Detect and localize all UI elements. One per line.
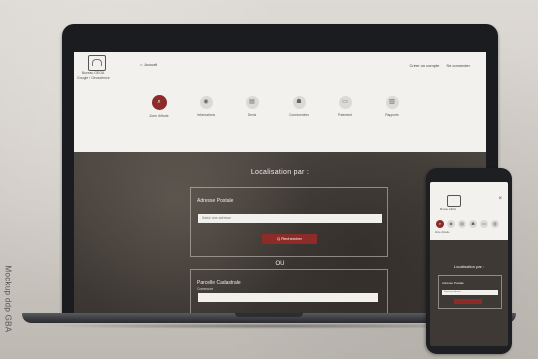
address-input[interactable] xyxy=(198,214,382,223)
phone-search-button[interactable] xyxy=(454,299,482,304)
search-icon[interactable]: ⌕ xyxy=(436,220,444,228)
contact-icon: ☗ xyxy=(292,96,306,109)
section-title: Localisation par : xyxy=(250,169,310,176)
watermark-text: Mockup ddp GBA xyxy=(3,265,13,333)
document-icon[interactable]: ▤ xyxy=(458,220,466,228)
nav-label: Rapports xyxy=(385,113,399,117)
login-link[interactable]: Se connecter xyxy=(446,63,470,68)
logo-icon[interactable] xyxy=(447,195,461,207)
report-icon: ▥ xyxy=(385,96,399,109)
brand-line-2: Google / Geoscience xyxy=(77,76,110,80)
nav-label: Zone d'étude xyxy=(149,114,169,118)
card-icon: ▭ xyxy=(338,96,352,109)
site-header: Bureau GEOA Google / Geoscience ⌂ Accueil… xyxy=(74,52,486,152)
step-nav: ⌕ Zone d'étude ◉ Informations ▤ Devis ☗ … xyxy=(139,95,419,146)
logo-icon[interactable] xyxy=(88,55,106,71)
nav-label: Devis xyxy=(247,113,257,117)
address-panel: Adresse Postale Q Rechercher xyxy=(190,187,388,257)
or-separator: OU xyxy=(275,261,285,267)
parcel-panel: Parcelle Cadastrale Commune xyxy=(190,269,388,314)
phone-step-nav: ⌕ ◉ ▤ ☗ ▭ ▥ xyxy=(436,220,506,230)
nav-item-rapports[interactable]: ▥ Rapports xyxy=(372,96,412,117)
nav-item-devis[interactable]: ▤ Devis xyxy=(232,96,272,117)
info-icon[interactable]: ◉ xyxy=(447,220,455,228)
nav-item-informations[interactable]: ◉ Informations xyxy=(186,96,226,117)
commune-input[interactable] xyxy=(198,293,378,302)
create-account-link[interactable]: Créer un compte xyxy=(410,63,440,68)
nav-label: Informations xyxy=(196,113,216,117)
laptop-notch xyxy=(235,313,303,317)
phone-panel-title: Adresse Postale xyxy=(442,281,464,285)
brand-line-1: Bureau GEOA xyxy=(82,71,105,75)
nav-item-zone-etude[interactable]: ⌕ Zone d'étude xyxy=(139,95,179,118)
card-icon[interactable]: ▭ xyxy=(480,220,488,228)
phone-brand: Bureau GEOA xyxy=(440,208,456,211)
phone-nav-label: Zone d'étude xyxy=(435,231,450,234)
phone-address-input[interactable]: Saisir une adresse xyxy=(442,290,498,295)
search-icon: ⌕ xyxy=(151,95,167,110)
nav-item-paiement[interactable]: ▭ Paiement xyxy=(325,96,365,117)
document-icon: ▤ xyxy=(245,96,259,109)
phone-screen: Bureau GEOA × ⌕ ◉ ▤ ☗ ▭ ▥ Zone d'étude L… xyxy=(430,182,508,346)
laptop-screen: Bureau GEOA Google / Geoscience ⌂ Accueil… xyxy=(74,52,486,314)
panel-title: Parcelle Cadastrale xyxy=(197,280,241,286)
phone-header: Bureau GEOA × ⌕ ◉ ▤ ☗ ▭ ▥ Zone d'étude xyxy=(430,182,508,240)
search-button[interactable]: Q Rechercher xyxy=(262,234,317,244)
account-links: Créer un compte Se connecter xyxy=(404,63,471,68)
panel-title: Adresse Postale xyxy=(197,198,234,204)
home-link[interactable]: ⌂ Accueil xyxy=(140,62,157,67)
commune-label: Commune xyxy=(197,287,214,291)
nav-label: Coordonnées xyxy=(289,113,309,117)
close-icon[interactable]: × xyxy=(498,196,502,202)
contact-icon[interactable]: ☗ xyxy=(469,220,477,228)
nav-item-coordonnees[interactable]: ☗ Coordonnées xyxy=(279,96,319,117)
phone-frame: Bureau GEOA × ⌕ ◉ ▤ ☗ ▭ ▥ Zone d'étude L… xyxy=(426,168,512,354)
nav-label: Paiement xyxy=(338,113,352,117)
house-icon: ⌂ xyxy=(140,62,143,67)
info-icon: ◉ xyxy=(199,96,213,109)
phone-section-title: Localisation par : xyxy=(453,264,485,269)
phone-address-panel: Adresse Postale Saisir une adresse xyxy=(438,275,502,309)
report-icon[interactable]: ▥ xyxy=(491,220,499,228)
